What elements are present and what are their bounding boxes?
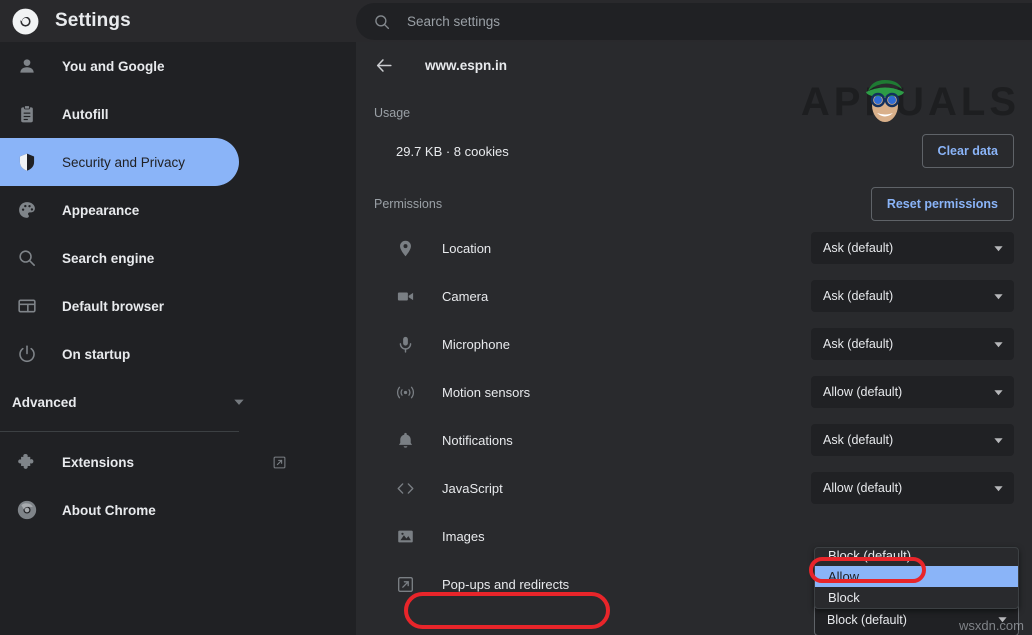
select-value: Ask (default): [823, 241, 993, 255]
permission-row-location: Location Ask (default): [356, 224, 1032, 272]
sidebar-item-default-browser[interactable]: Default browser: [0, 282, 356, 330]
select-value: Ask (default): [823, 289, 993, 303]
back-arrow-icon[interactable]: [375, 56, 394, 75]
dropdown-option-block-default[interactable]: Block (default): [815, 547, 1018, 566]
sidebar-item-label: Advanced: [12, 395, 77, 410]
sidebar-item-appearance[interactable]: Appearance: [0, 186, 356, 234]
shield-icon: [17, 152, 37, 172]
permission-label: Location: [442, 241, 811, 256]
select-value: Allow (default): [823, 481, 993, 495]
chevron-down-icon: [993, 291, 1004, 302]
chevron-down-icon: [993, 387, 1004, 398]
sidebar-item-search-engine[interactable]: Search engine: [0, 234, 356, 282]
usage-value: 29.7 KB · 8 cookies: [396, 144, 509, 159]
permission-select-javascript[interactable]: Allow (default): [811, 472, 1014, 504]
chrome-logo-icon: [12, 8, 39, 35]
sidebar-divider: [0, 431, 239, 432]
microphone-icon: [396, 335, 415, 354]
permission-row-motion-sensors: Motion sensors Allow (default): [356, 368, 1032, 416]
select-value: Block (default): [827, 613, 997, 627]
permission-row-microphone: Microphone Ask (default): [356, 320, 1032, 368]
sidebar-item-autofill[interactable]: Autofill: [0, 90, 356, 138]
app-branding: Settings: [0, 0, 356, 42]
sidebar-item-extensions[interactable]: Extensions: [0, 438, 356, 486]
search-icon: [17, 248, 37, 268]
chevron-down-icon: [993, 339, 1004, 350]
permission-select-motion-sensors[interactable]: Allow (default): [811, 376, 1014, 408]
permission-row-camera: Camera Ask (default): [356, 272, 1032, 320]
sidebar-item-about-chrome[interactable]: About Chrome: [0, 486, 356, 534]
permissions-header: Permissions Reset permissions: [356, 184, 1032, 224]
select-value: Allow (default): [823, 385, 993, 399]
clear-data-button[interactable]: Clear data: [922, 134, 1014, 168]
video-camera-icon: [396, 287, 415, 306]
sidebar-item-label: About Chrome: [62, 503, 156, 518]
sidebar-item-label: Appearance: [62, 203, 139, 218]
puzzle-piece-icon: [17, 452, 37, 472]
usage-section-label: Usage: [356, 88, 1032, 120]
search-icon: [373, 13, 391, 31]
browser-window-icon: [17, 296, 37, 316]
usage-row: 29.7 KB · 8 cookies Clear data: [356, 126, 1032, 176]
sidebar-item-label: On startup: [62, 347, 130, 362]
chevron-down-icon: [993, 435, 1004, 446]
site-url-label: www.espn.in: [425, 58, 507, 73]
chevron-down-icon: [993, 483, 1004, 494]
sidebar-item-security-and-privacy[interactable]: Security and Privacy: [0, 138, 239, 186]
sidebar-item-label: Autofill: [62, 107, 109, 122]
permission-row-notifications: Notifications Ask (default): [356, 416, 1032, 464]
sidebar-item-label: Security and Privacy: [62, 155, 185, 170]
permission-label: Motion sensors: [442, 385, 811, 400]
select-value: Ask (default): [823, 337, 993, 351]
sidebar-item-label: Extensions: [62, 455, 134, 470]
dropdown-option-allow[interactable]: Allow: [815, 566, 1018, 587]
permission-label: Microphone: [442, 337, 811, 352]
site-header: www.espn.in: [356, 42, 1032, 88]
chevron-down-icon: [997, 614, 1008, 625]
power-icon: [17, 344, 37, 364]
external-link-icon: [396, 575, 415, 594]
sidebar-item-on-startup[interactable]: On startup: [0, 330, 356, 378]
main-content: APPUALS www.espn.in Usage 29.7 KB: [356, 42, 1032, 635]
sidebar-item-label: Search engine: [62, 251, 154, 266]
dropdown-option-block[interactable]: Block: [815, 587, 1018, 608]
chevron-down-icon: [993, 243, 1004, 254]
permission-row-javascript: JavaScript Allow (default): [356, 464, 1032, 512]
permission-select-notifications[interactable]: Ask (default): [811, 424, 1014, 456]
permission-label: JavaScript: [442, 481, 811, 496]
clipboard-icon: [17, 104, 37, 124]
search-input[interactable]: [407, 14, 907, 29]
top-bar: Settings: [0, 0, 1032, 42]
sidebar-item-you-and-google[interactable]: You and Google: [0, 42, 356, 90]
permission-select-microphone[interactable]: Ask (default): [811, 328, 1014, 360]
motion-sensor-icon: [396, 383, 415, 402]
sidebar: You and Google Autofill Security and Pri…: [0, 42, 356, 635]
permission-label: Notifications: [442, 433, 811, 448]
popups-dropdown-menu[interactable]: Block (default) Allow Block: [814, 547, 1019, 609]
permission-select-camera[interactable]: Ask (default): [811, 280, 1014, 312]
code-brackets-icon: [396, 479, 415, 498]
permission-label: Images: [442, 529, 1014, 544]
settings-window: Settings You and Google: [0, 0, 1032, 635]
reset-permissions-button[interactable]: Reset permissions: [871, 187, 1014, 221]
permission-label: Camera: [442, 289, 811, 304]
chrome-logo-icon: [17, 500, 37, 520]
image-icon: [396, 527, 415, 546]
page-title: Settings: [55, 10, 131, 32]
sidebar-item-label: You and Google: [62, 59, 165, 74]
external-link-icon[interactable]: [272, 455, 287, 470]
chevron-down-icon: [232, 395, 246, 409]
permission-select-location[interactable]: Ask (default): [811, 232, 1014, 264]
bell-icon: [396, 431, 415, 450]
palette-icon: [17, 200, 37, 220]
search-bar[interactable]: [356, 3, 1032, 40]
sidebar-item-advanced[interactable]: Advanced: [0, 378, 356, 426]
sidebar-item-label: Default browser: [62, 299, 164, 314]
person-icon: [17, 56, 37, 76]
location-pin-icon: [396, 239, 415, 258]
permissions-section-label: Permissions: [374, 197, 442, 211]
select-value: Ask (default): [823, 433, 993, 447]
